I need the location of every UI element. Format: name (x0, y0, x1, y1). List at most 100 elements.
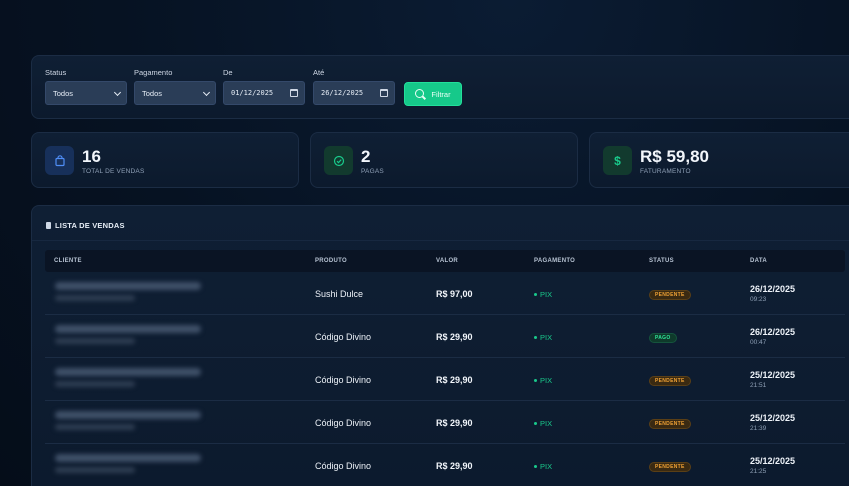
payment-cell: PIX (534, 376, 552, 385)
date-from-filter: De 01/12/2025 (223, 68, 305, 105)
filter-panel: Status Todos Pagamento Todos De 01/12/20… (31, 55, 849, 119)
date-to-label: Até (313, 68, 325, 77)
stat-card-faturamento: $ R$ 59,80 FATURAMENTO (589, 132, 849, 188)
date-cell: 25/12/2025 (750, 456, 796, 466)
product-cell: Código Divino (315, 375, 372, 385)
status-dot-icon (534, 336, 537, 339)
client-name-redacted (55, 368, 201, 376)
column-header-cliente: CLIENTE (54, 258, 82, 264)
pagamento-filter: Pagamento Todos (134, 68, 216, 105)
value-cell: R$ 97,00 (436, 289, 473, 299)
time-cell: 21:51 (750, 382, 767, 389)
column-header-valor: VALOR (436, 258, 459, 264)
payment-cell: PIX (534, 419, 552, 428)
client-name-redacted (55, 325, 201, 333)
stat-label: FATURAMENTO (640, 168, 691, 175)
stat-card-pagas: 2 PAGAS (310, 132, 578, 188)
dollar-icon: $ (603, 146, 632, 175)
time-cell: 09:23 (750, 296, 767, 303)
client-email-redacted (55, 424, 135, 430)
payment-cell: PIX (534, 462, 552, 471)
filter-button[interactable]: Filtrar (404, 82, 462, 106)
stat-label: TOTAL DE VENDAS (82, 168, 145, 175)
time-cell: 21:25 (750, 468, 767, 475)
status-select[interactable]: Todos (45, 81, 127, 105)
list-title-text: LISTA DE VENDAS (55, 221, 125, 230)
calendar-icon[interactable] (290, 89, 298, 97)
shopping-bag-icon (45, 146, 74, 175)
time-cell: 00:47 (750, 339, 767, 346)
table-row[interactable]: Sushi Dulce R$ 97,00 PIX PENDENTE 26/12/… (45, 273, 845, 315)
status-filter: Status Todos (45, 68, 127, 105)
client-name-redacted (55, 411, 201, 419)
clipboard-icon (46, 222, 51, 229)
date-cell: 25/12/2025 (750, 370, 796, 380)
product-cell: Código Divino (315, 461, 372, 471)
chevron-down-icon (202, 88, 211, 97)
value-cell: R$ 29,90 (436, 332, 473, 342)
status-dot-icon (534, 422, 537, 425)
client-email-redacted (55, 338, 135, 344)
search-icon (415, 88, 426, 100)
client-name-redacted (55, 282, 201, 290)
divider (32, 240, 849, 241)
table-row[interactable]: Código Divino R$ 29,90 PIX PENDENTE 25/1… (45, 402, 845, 444)
calendar-icon[interactable] (380, 89, 388, 97)
payment-method: PIX (540, 419, 553, 428)
status-badge: PENDENTE (649, 290, 691, 300)
payment-cell: PIX (534, 290, 552, 299)
payment-method: PIX (540, 333, 553, 342)
table-row[interactable]: Código Divino R$ 29,90 PIX PENDENTE 25/1… (45, 445, 845, 486)
time-cell: 21:39 (750, 425, 767, 432)
status-dot-icon (534, 293, 537, 296)
pagamento-select-value: Todos (142, 88, 163, 98)
status-badge: PENDENTE (649, 376, 691, 386)
status-badge: PENDENTE (649, 462, 691, 472)
status-select-value: Todos (53, 88, 74, 98)
product-cell: Sushi Dulce (315, 289, 364, 299)
date-from-value: 01/12/2025 (231, 89, 274, 97)
payment-cell: PIX (534, 333, 552, 342)
list-title: LISTA DE VENDAS (46, 221, 125, 230)
status-badge: PAGO (649, 333, 677, 343)
product-cell: Código Divino (315, 418, 372, 428)
stat-card-total-vendas: 16 TOTAL DE VENDAS (31, 132, 299, 188)
payment-method: PIX (540, 462, 553, 471)
column-header-status: STATUS (649, 258, 674, 264)
column-header-data: DATA (750, 258, 767, 264)
date-to-filter: Até 26/12/2025 (313, 68, 395, 105)
table-row[interactable]: Código Divino R$ 29,90 PIX PAGO 26/12/20… (45, 316, 845, 358)
value-cell: R$ 29,90 (436, 461, 473, 471)
column-header-produto: PRODUTO (315, 258, 347, 264)
client-name-redacted (55, 454, 201, 462)
stat-value: 16 (82, 147, 101, 166)
table-header: CLIENTE PRODUTO VALOR PAGAMENTO STATUS D… (45, 250, 845, 272)
date-from-input[interactable]: 01/12/2025 (223, 81, 305, 105)
pagamento-filter-label: Pagamento (134, 68, 173, 77)
status-dot-icon (534, 465, 537, 468)
column-header-pagamento: PAGAMENTO (534, 258, 576, 264)
payment-method: PIX (540, 376, 553, 385)
product-cell: Código Divino (315, 332, 372, 342)
stat-label: PAGAS (361, 168, 384, 175)
date-to-input[interactable]: 26/12/2025 (313, 81, 395, 105)
client-email-redacted (55, 467, 135, 473)
date-cell: 25/12/2025 (750, 413, 796, 423)
payment-method: PIX (540, 290, 553, 299)
date-to-value: 26/12/2025 (321, 89, 364, 97)
date-cell: 26/12/2025 (750, 327, 796, 337)
sales-list-panel: LISTA DE VENDAS CLIENTE PRODUTO VALOR PA… (31, 205, 849, 486)
status-filter-label: Status (45, 68, 67, 77)
status-badge: PENDENTE (649, 419, 691, 429)
filter-button-label: Filtrar (431, 89, 451, 99)
date-cell: 26/12/2025 (750, 284, 796, 294)
client-email-redacted (55, 381, 135, 387)
value-cell: R$ 29,90 (436, 418, 473, 428)
pagamento-select[interactable]: Todos (134, 81, 216, 105)
client-email-redacted (55, 295, 135, 301)
stat-value: 2 (361, 147, 371, 166)
check-circle-icon (324, 146, 353, 175)
table-row[interactable]: Código Divino R$ 29,90 PIX PENDENTE 25/1… (45, 359, 845, 401)
chevron-down-icon (113, 88, 122, 97)
stat-value: R$ 59,80 (640, 147, 709, 166)
